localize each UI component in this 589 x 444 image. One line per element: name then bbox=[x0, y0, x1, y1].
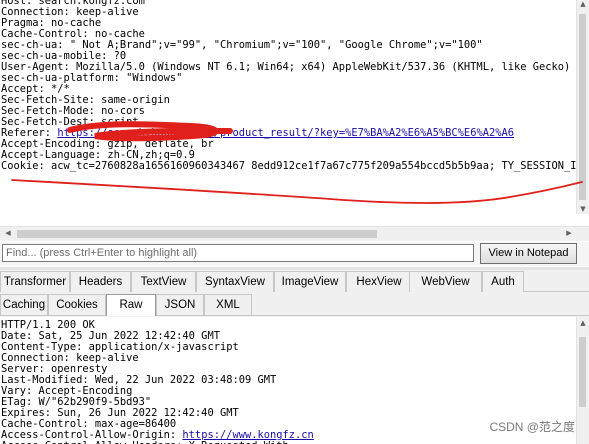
header-line: Last-Modified: Wed, 22 Jun 2022 03:48:09… bbox=[1, 375, 577, 386]
header-text: HTTP/1.1 200 OK bbox=[1, 320, 95, 331]
header-text: Cookie: acw_tc=2760828a1656160960343467 … bbox=[1, 161, 577, 172]
scroll-right-icon[interactable]: ▶ bbox=[563, 229, 575, 237]
request-vertical-scrollbar[interactable]: ▲ ▼ bbox=[576, 0, 589, 214]
header-text: Server: openresty bbox=[1, 364, 108, 375]
header-line: sec-ch-ua-platform: "Windows" bbox=[1, 73, 577, 84]
header-text: Expires: Sun, 26 Jun 2022 12:42:40 GMT bbox=[1, 408, 239, 419]
header-line: Host: search.kongfz.com bbox=[1, 0, 577, 7]
tab-transformer[interactable]: Transformer bbox=[0, 271, 70, 292]
header-text: Vary: Accept-Encoding bbox=[1, 386, 133, 397]
tab-xml[interactable]: XML bbox=[204, 294, 252, 315]
header-text: Access-Control-Allow-Origin: bbox=[1, 430, 183, 441]
header-line: Content-Type: application/x-javascript bbox=[1, 342, 577, 353]
header-text: Connection: keep-alive bbox=[1, 7, 139, 18]
find-bar: Find... (press Ctrl+Enter to highlight a… bbox=[0, 242, 589, 266]
header-text: sec-ch-ua-platform: "Windows" bbox=[1, 73, 183, 84]
watermark: CSDN @范之度 bbox=[489, 420, 575, 434]
request-headers-text: Host: search.kongfz.com Connection: keep-… bbox=[1, 0, 577, 172]
find-input[interactable]: Find... (press Ctrl+Enter to highlight a… bbox=[2, 244, 474, 262]
header-line: Sec-Fetch-Site: same-origin bbox=[1, 95, 577, 106]
scroll-up-icon[interactable]: ▲ bbox=[577, 0, 589, 8]
header-line: Accept-Encoding: gzip, deflate, br bbox=[1, 139, 577, 150]
header-line: ETag: W/"62b290f9-5bd93" bbox=[1, 397, 577, 408]
tab-caching[interactable]: Caching bbox=[0, 294, 48, 315]
tab-json[interactable]: JSON bbox=[156, 294, 204, 315]
header-line: Accept-Language: zh-CN,zh;q=0.9 bbox=[1, 150, 577, 161]
header-line: Connection: keep-alive bbox=[1, 7, 577, 18]
tab-syntaxview[interactable]: SyntaxView bbox=[196, 271, 274, 292]
header-text: Date: Sat, 25 Jun 2022 12:42:40 GMT bbox=[1, 331, 220, 342]
scroll-down-icon[interactable]: ▼ bbox=[577, 205, 589, 213]
header-line: Referer: https://search.kongfz.com/produ… bbox=[1, 128, 577, 139]
header-text: Accept-Encoding: gzip, deflate, br bbox=[1, 139, 214, 150]
header-line: sec-ch-ua: " Not A;Brand";v="99", "Chrom… bbox=[1, 40, 577, 51]
header-text: Last-Modified: Wed, 22 Jun 2022 03:48:09… bbox=[1, 375, 277, 386]
scrollbar-thumb[interactable] bbox=[17, 230, 377, 238]
tab-headers[interactable]: Headers bbox=[70, 271, 131, 292]
header-text: Sec-Fetch-Site: same-origin bbox=[1, 95, 170, 106]
request-horizontal-scrollbar[interactable]: ◀ ▶ bbox=[0, 226, 589, 241]
header-text: Accept: */* bbox=[1, 84, 70, 95]
tab-raw[interactable]: Raw bbox=[106, 294, 156, 316]
header-line: Vary: Accept-Encoding bbox=[1, 386, 577, 397]
header-text: Content-Type: application/x-javascript bbox=[1, 342, 239, 353]
header-line: Date: Sat, 25 Jun 2022 12:42:40 GMT bbox=[1, 331, 577, 342]
scroll-up-icon[interactable]: ▲ bbox=[577, 319, 589, 327]
header-line: HTTP/1.1 200 OK bbox=[1, 320, 577, 331]
tab-auth[interactable]: Auth bbox=[482, 271, 524, 292]
tab-hexview[interactable]: HexView bbox=[346, 271, 412, 292]
response-vertical-scrollbar[interactable]: ▲ bbox=[576, 317, 589, 444]
tab-row-divider bbox=[0, 315, 589, 316]
header-text: User-Agent: Mozilla/5.0 (Windows NT 6.1;… bbox=[1, 62, 571, 73]
header-line: Cache-Control: no-cache bbox=[1, 29, 577, 40]
scroll-left-icon[interactable]: ◀ bbox=[2, 229, 14, 237]
header-text: sec-ch-ua-mobile: ?0 bbox=[1, 51, 127, 62]
header-line: Connection: keep-alive bbox=[1, 353, 577, 364]
response-inspector-tabs: Transformer Headers TextView SyntaxView Imag… bbox=[0, 270, 589, 317]
header-text: Cache-Control: no-cache bbox=[1, 29, 145, 40]
header-text: Referer: bbox=[1, 128, 58, 139]
header-text: Accept-Language: zh-CN,zh;q=0.9 bbox=[1, 150, 195, 161]
tab-webview[interactable]: WebView bbox=[409, 271, 482, 292]
header-text: ETag: W/"62b290f9-5bd93" bbox=[1, 397, 152, 408]
header-text: Connection: keep-alive bbox=[1, 353, 139, 364]
header-line: User-Agent: Mozilla/5.0 (Windows NT 6.1;… bbox=[1, 62, 577, 73]
tab-textview[interactable]: TextView bbox=[131, 271, 196, 292]
header-line: Pragma: no-cache bbox=[1, 18, 577, 29]
header-line: Sec-Fetch-Dest: script bbox=[1, 117, 577, 128]
header-line: Accept: */* bbox=[1, 84, 577, 95]
scrollbar-thumb[interactable] bbox=[579, 337, 586, 407]
header-text: Host: search.kongfz.com bbox=[1, 0, 145, 7]
header-text: sec-ch-ua: " Not A;Brand";v="99", "Chrom… bbox=[1, 40, 483, 51]
view-in-notepad-button[interactable]: View in Notepad bbox=[480, 243, 577, 264]
header-text: Sec-Fetch-Mode: no-cors bbox=[1, 106, 145, 117]
header-line: Server: openresty bbox=[1, 364, 577, 375]
header-text: Cache-Control: max-age=86400 bbox=[1, 419, 177, 430]
request-raw-view[interactable]: Host: search.kongfz.com Connection: keep-… bbox=[0, 0, 589, 226]
header-text: Sec-Fetch-Dest: script bbox=[1, 117, 139, 128]
header-line: Sec-Fetch-Mode: no-cors bbox=[1, 106, 577, 117]
header-link[interactable]: https://www.kongfz.cn bbox=[182, 430, 313, 441]
header-text: Pragma: no-cache bbox=[1, 18, 102, 29]
tab-cookies[interactable]: Cookies bbox=[48, 294, 106, 315]
header-line: sec-ch-ua-mobile: ?0 bbox=[1, 51, 577, 62]
scrollbar-thumb[interactable] bbox=[579, 14, 586, 200]
header-line: Cookie: acw_tc=2760828a1656160960343467 … bbox=[1, 161, 577, 172]
header-link[interactable]: https://search.kongfz.com/product_result… bbox=[57, 128, 514, 139]
tab-imageview[interactable]: ImageView bbox=[274, 271, 346, 292]
